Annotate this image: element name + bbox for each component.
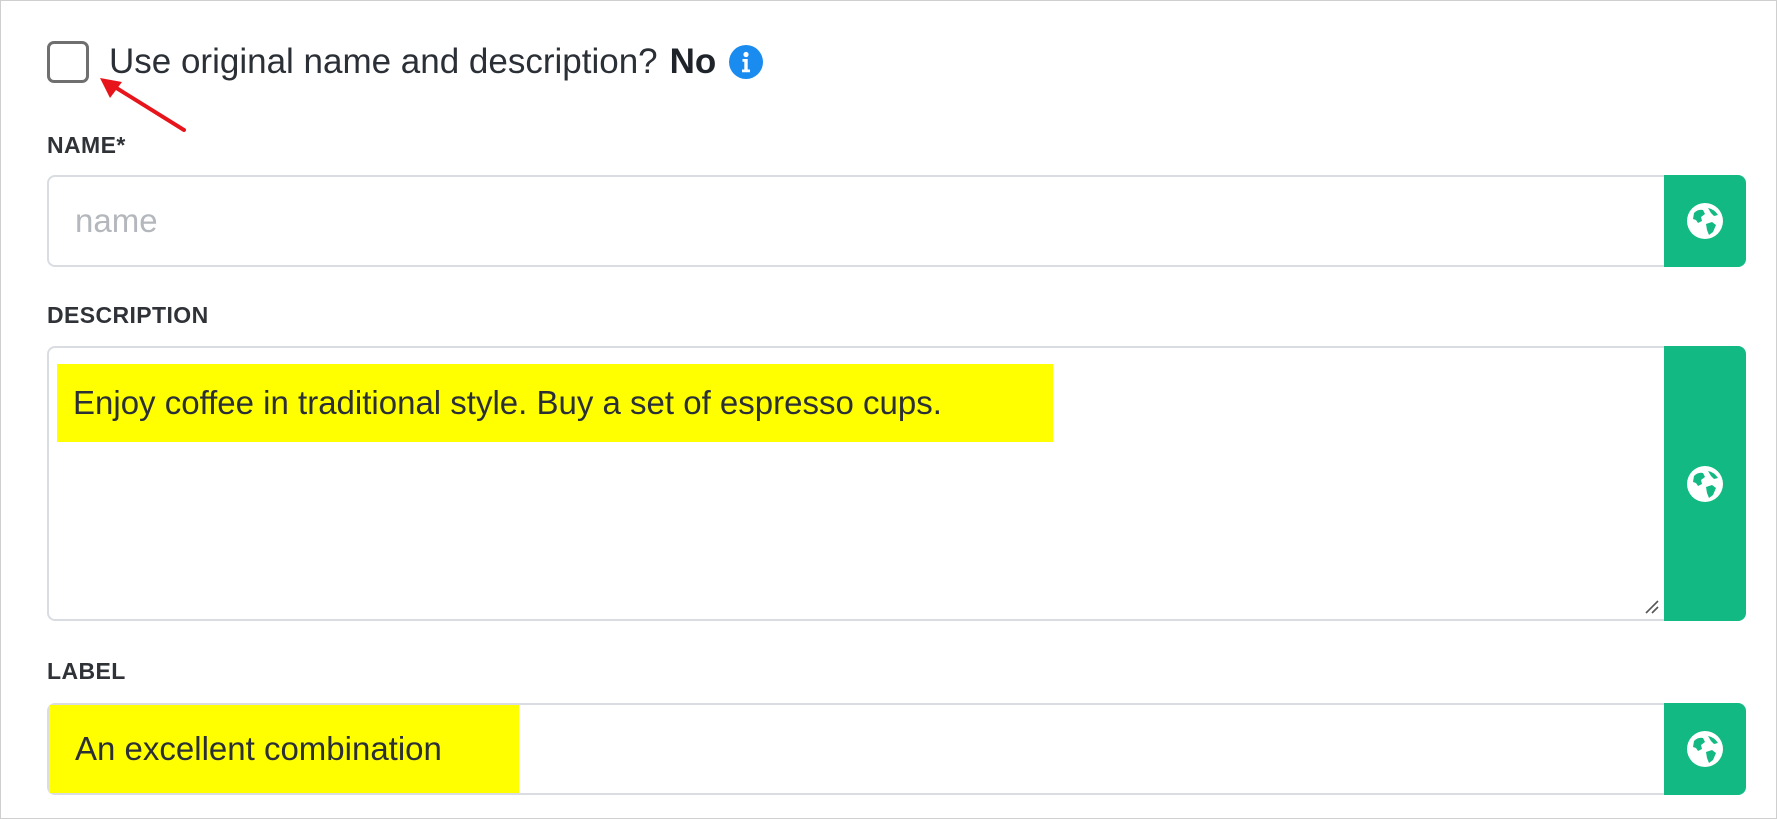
name-translate-button[interactable] [1664,175,1746,267]
description-text: Enjoy coffee in traditional style. Buy a… [57,364,1053,442]
globe-icon [1687,203,1723,239]
label-input[interactable]: An excellent combination [47,703,1664,795]
description-textarea[interactable]: Enjoy coffee in traditional style. Buy a… [47,346,1664,621]
use-original-label: Use original name and description? [109,42,658,81]
name-input[interactable]: name [47,175,1664,267]
description-translate-button[interactable] [1664,346,1746,621]
label-translate-button[interactable] [1664,703,1746,795]
name-input-group: name [47,175,1746,267]
annotation-arrow-icon [100,78,186,132]
label-input-group: An excellent combination [47,703,1746,795]
globe-icon [1687,731,1723,767]
label-field-label: LABEL [47,658,126,684]
name-field-label: NAME* [47,132,126,158]
name-input-placeholder: name [75,202,158,239]
use-original-checkbox[interactable] [47,41,89,83]
form-panel: Use original name and description? No NA… [0,0,1777,819]
description-input-group: Enjoy coffee in traditional style. Buy a… [47,346,1746,621]
label-input-value: An excellent combination [49,705,519,793]
description-field-label: DESCRIPTION [47,302,209,328]
info-circle-icon[interactable] [728,44,764,80]
use-original-value: No [669,42,717,81]
resize-handle-icon[interactable] [1644,599,1660,615]
globe-icon [1687,465,1723,502]
